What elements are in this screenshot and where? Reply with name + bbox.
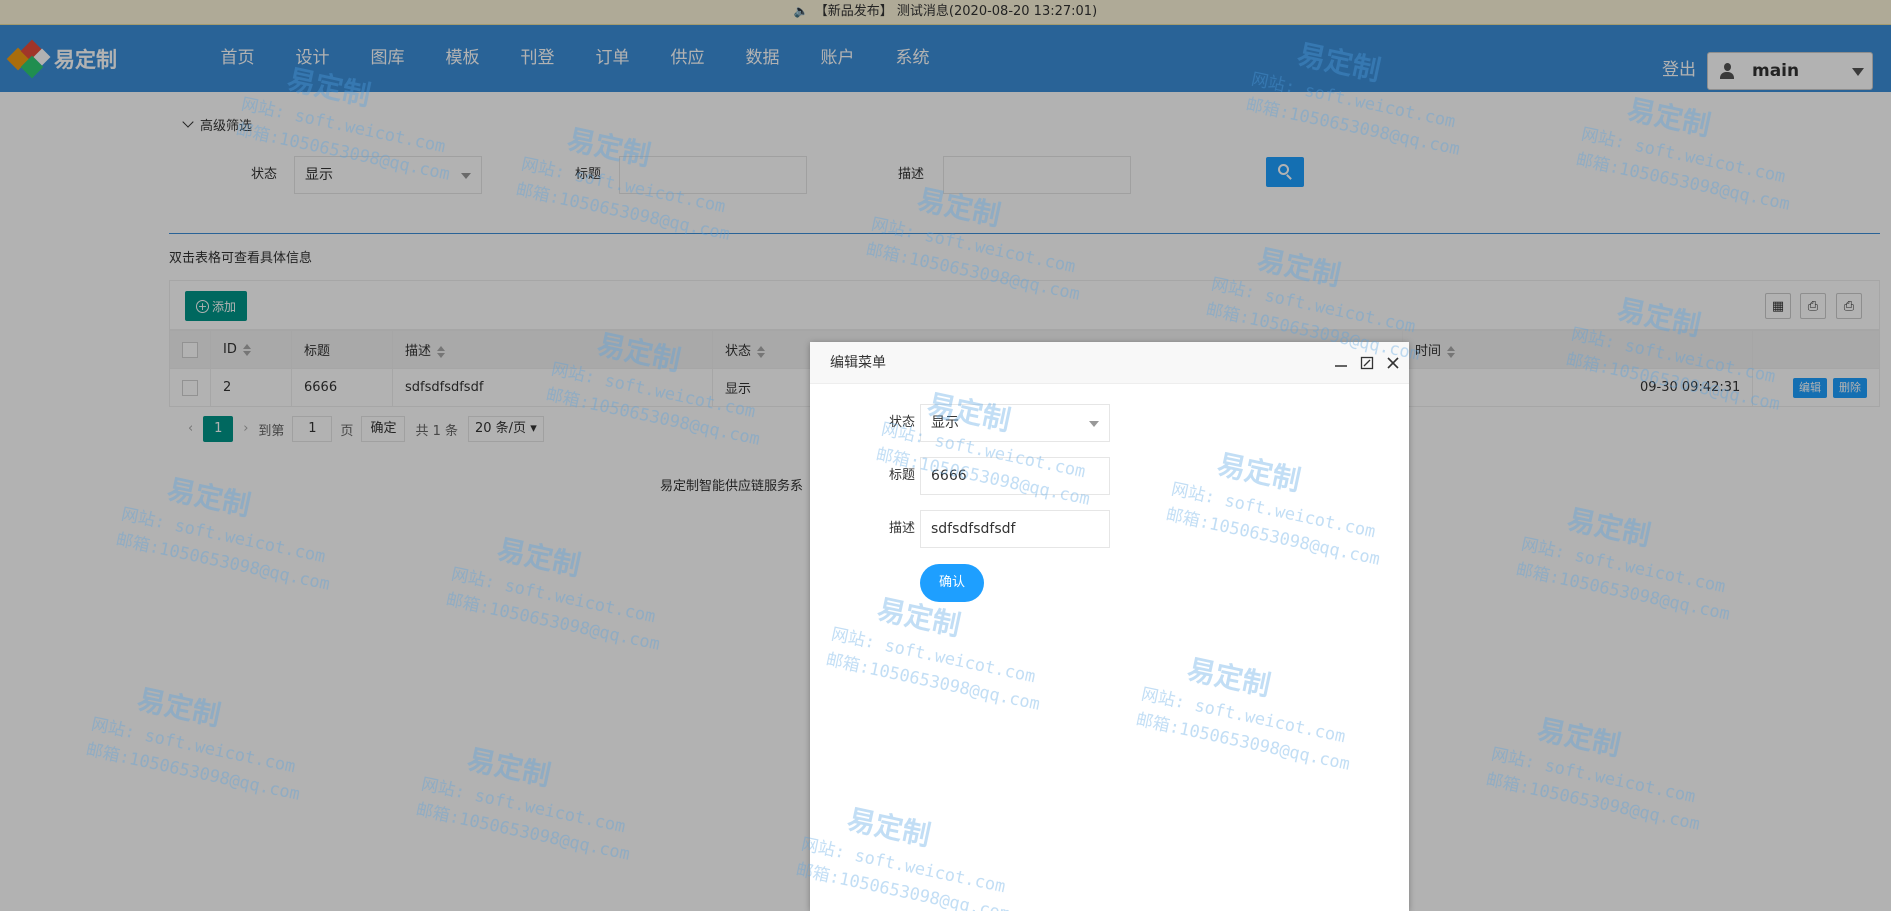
dialog-desc-input[interactable]: sdfsdfsdfsdf [920,510,1110,548]
confirm-button[interactable]: 确认 [920,564,984,602]
dialog-status-select[interactable]: 显示 [920,404,1110,442]
chevron-down-icon [1089,421,1099,427]
dialog-desc-label: 描述 [888,521,915,536]
dialog-title-label: 标题 [888,468,915,483]
maximize-icon[interactable] [1356,342,1378,384]
dialog-status-label: 状态 [888,415,915,430]
minimize-icon[interactable] [1330,342,1352,384]
dialog-header: 编辑菜单 [810,342,1409,384]
edit-menu-dialog: 编辑菜单 状态 显示 标题 6666 描述 sdfsdfsdfsdf 确认 [810,342,1409,911]
dialog-title-input[interactable]: 6666 [920,457,1110,495]
dialog-title: 编辑菜单 [830,355,886,371]
close-icon[interactable] [1382,342,1404,384]
